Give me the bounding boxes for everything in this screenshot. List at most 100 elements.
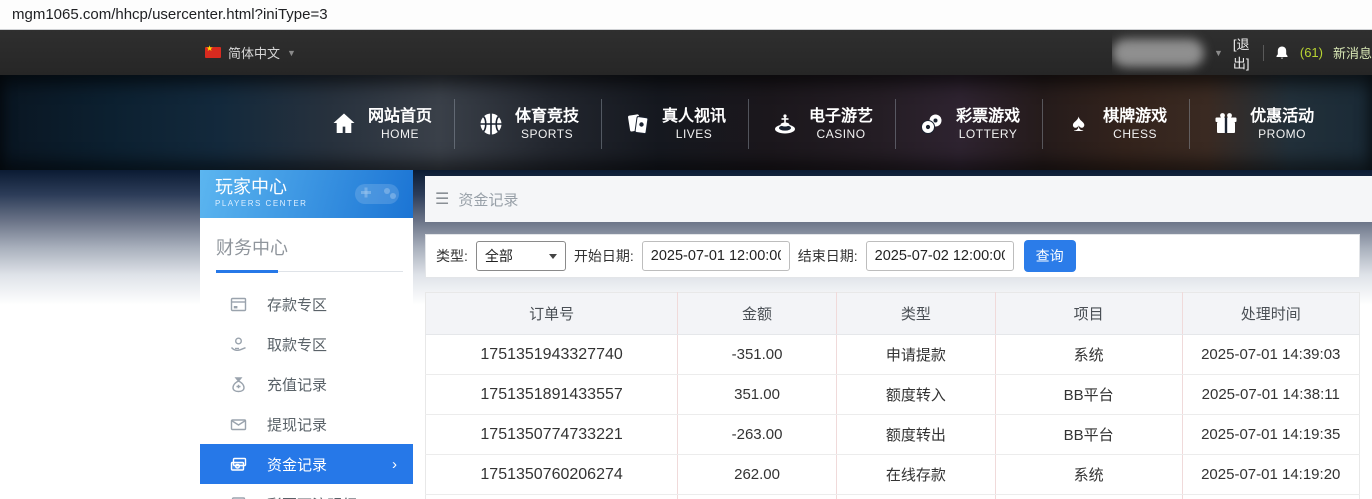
cell-time: 2025-07-01 14:38:11 <box>1181 374 1360 415</box>
sidebar-item-deposit-zone[interactable]: 存款专区 <box>200 284 413 324</box>
filter-bar: 类型: 全部 开始日期: 结束日期: 查询 <box>425 234 1360 278</box>
sidebar-item-funds-record[interactable]: 资金记录 › <box>200 444 413 484</box>
breadcrumb: ☰ 资金记录 <box>425 176 1372 222</box>
cell-item: BB平台 <box>994 374 1182 415</box>
search-button[interactable]: 查询 <box>1023 240 1076 272</box>
nav-item-home[interactable]: 网站首页 HOME <box>308 99 454 149</box>
chevron-right-icon: › <box>392 455 397 473</box>
player-center-sidebar: 玩家中心 PLAYERS CENTER 财务中心 存款专区 取款专区 充值记录 <box>200 170 413 499</box>
roulette-icon <box>771 111 798 138</box>
type-label: 类型: <box>436 248 468 264</box>
withdraw-zone-icon <box>230 336 247 353</box>
cell-item: BB平台 <box>994 414 1182 455</box>
caret-down-icon[interactable]: ▼ <box>1214 48 1223 58</box>
browser-address-bar[interactable]: mgm1065.com/hhcp/usercenter.html?iniType… <box>0 0 1372 30</box>
cell-time: 2025-07-01 14:19:20 <box>1181 454 1360 495</box>
table-row: 1751350774733221 -263.00 额度转出 BB平台 2025-… <box>425 414 1360 455</box>
type-select[interactable]: 全部 <box>475 241 566 271</box>
header-time: 处理时间 <box>1181 292 1360 335</box>
cell-type: 申请提款 <box>835 334 996 375</box>
spade-icon: ♠ <box>1072 110 1085 137</box>
main-nav-bar: 网站首页 HOME 体育竞技 SPORTS 真人视讯 LIVES 电子游艺 CASINO… <box>0 75 1372 170</box>
funds-record-icon <box>230 456 247 473</box>
cell-amount: -263.00 <box>677 414 837 455</box>
page-url: mgm1065.com/hhcp/usercenter.html?iniType… <box>12 6 328 23</box>
cell-item: 系统 <box>994 454 1182 495</box>
home-icon <box>330 111 357 138</box>
cell-type: 在线存款 <box>835 454 996 495</box>
table-header-row: 订单号 金额 类型 项目 处理时间 <box>425 292 1360 335</box>
main-nav-menu: 网站首页 HOME 体育竞技 SPORTS 真人视讯 LIVES 电子游艺 CASINO… <box>308 99 1336 149</box>
language-selector[interactable]: ★ 简体中文 ▼ <box>205 30 296 75</box>
sidebar-item-label: 充值记录 <box>267 376 328 394</box>
bell-icon[interactable] <box>1274 45 1290 61</box>
playing-cards-icon <box>624 111 651 138</box>
cell-item: 系统 <box>994 334 1182 375</box>
cell-order-no: 1751351943327740 <box>425 334 678 375</box>
sidebar-item-withdraw-zone[interactable]: 取款专区 <box>200 324 413 364</box>
end-date-label: 结束日期: <box>797 248 858 264</box>
account-right-group: ▼ [退出] (61) 新消息 <box>1112 30 1372 75</box>
nav-item-lives[interactable]: 真人视讯 LIVES <box>601 99 748 149</box>
cell-amount: -351.00 <box>677 334 837 375</box>
sidebar-item-label: 提现记录 <box>267 416 328 434</box>
cell-type: 额度转入 <box>835 374 996 415</box>
sidebar-item-lottery-detail[interactable]: 彩票下注明细 <box>200 484 413 499</box>
lottery-detail-icon <box>230 496 247 499</box>
deposit-zone-icon <box>230 296 247 313</box>
sidebar-section-title: 财务中心 <box>216 238 288 258</box>
table-row-partial <box>425 494 1360 499</box>
nav-item-promo[interactable]: 优惠活动 PROMO <box>1189 99 1336 149</box>
sidebar-menu: 存款专区 取款专区 充值记录 提现记录 资金记录 › <box>200 284 413 499</box>
end-date-input[interactable] <box>865 241 1014 271</box>
header-order-no: 订单号 <box>425 292 678 335</box>
main-content: ☰ 资金记录 类型: 全部 开始日期: 结束日期: 查询 订单号 金额 类型 项… <box>425 170 1372 499</box>
cell-order-no: 1751350774733221 <box>425 414 678 455</box>
cell-order-no: 1751351891433557 <box>425 374 678 415</box>
divider <box>1263 44 1264 61</box>
nav-item-chess[interactable]: ♠ 棋牌游戏 CHESS <box>1042 99 1189 149</box>
start-date-input[interactable] <box>641 241 790 271</box>
sidebar-item-label: 取款专区 <box>267 336 328 354</box>
header-amount: 金额 <box>677 292 837 335</box>
cell-time: 2025-07-01 14:19:35 <box>1181 414 1360 455</box>
table-row: 1751351891433557 351.00 额度转入 BB平台 2025-0… <box>425 374 1360 415</box>
sidebar-item-label: 资金记录 <box>267 456 328 474</box>
sidebar-item-recharge-record[interactable]: 充值记录 <box>200 364 413 404</box>
sidebar-item-label: 彩票下注明细 <box>267 494 357 499</box>
sidebar-item-label: 存款专区 <box>267 296 328 314</box>
section-underline <box>200 270 403 273</box>
recharge-record-icon <box>230 376 247 393</box>
nav-item-sports[interactable]: 体育竞技 SPORTS <box>454 99 601 149</box>
hamburger-icon[interactable]: ☰ <box>435 189 449 209</box>
page-title: 资金记录 <box>458 191 519 209</box>
header-type: 类型 <box>835 292 996 335</box>
caret-down-icon: ▼ <box>287 47 296 58</box>
china-flag-icon: ★ <box>205 44 221 58</box>
cell-order-no: 1751350760206274 <box>425 454 678 495</box>
lottery-balls-icon <box>918 111 945 138</box>
cell-time: 2025-07-01 14:39:03 <box>1181 334 1360 375</box>
sidebar-item-withdrawal-record[interactable]: 提现记录 <box>200 404 413 444</box>
nav-item-casino[interactable]: 电子游艺 CASINO <box>748 99 895 149</box>
basketball-icon <box>477 111 504 138</box>
table-row: 1751351943327740 -351.00 申请提款 系统 2025-07… <box>425 334 1360 375</box>
account-bar: ★ 简体中文 ▼ ▼ [退出] (61) 新消息 <box>0 30 1372 75</box>
sidebar-header: 玩家中心 PLAYERS CENTER <box>200 170 413 218</box>
cell-amount: 351.00 <box>677 374 837 415</box>
nav-item-lottery[interactable]: 彩票游戏 LOTTERY <box>895 99 1042 149</box>
cell-amount: 262.00 <box>677 454 837 495</box>
language-label: 简体中文 <box>228 46 281 61</box>
logout-link[interactable]: [退出] <box>1233 34 1253 72</box>
funds-record-table: 订单号 金额 类型 项目 处理时间 1751351943327740 -351.… <box>425 292 1360 499</box>
chevron-down-icon <box>548 253 557 259</box>
gamepad-icon <box>351 178 403 215</box>
message-count[interactable]: (61) <box>1300 45 1323 60</box>
new-message-label[interactable]: 新消息 <box>1333 43 1372 62</box>
table-row: 1751350760206274 262.00 在线存款 系统 2025-07-… <box>425 454 1360 495</box>
header-item: 项目 <box>994 292 1182 335</box>
cell-type: 额度转出 <box>835 414 996 455</box>
gift-icon <box>1212 111 1239 138</box>
username-blurred[interactable] <box>1112 38 1204 67</box>
start-date-label: 开始日期: <box>573 248 634 264</box>
